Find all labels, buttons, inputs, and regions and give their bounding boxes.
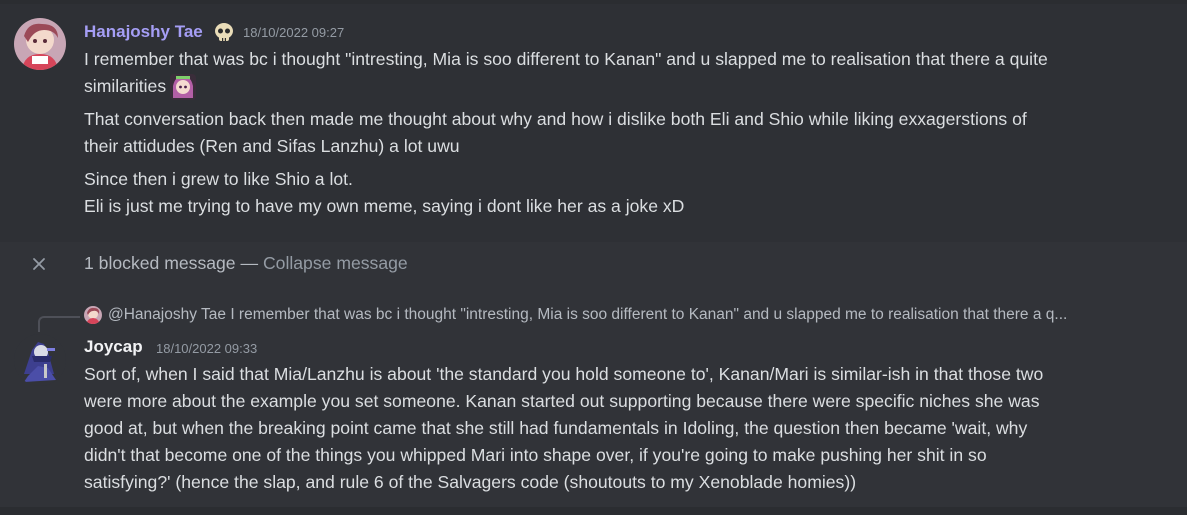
message-line: Sort of, when I said that Mia/Lanzhu is … [84,364,1044,384]
username[interactable]: Joycap [84,337,143,357]
collapse-message-link[interactable]: Collapse message [263,253,408,273]
reply-spine [38,316,80,332]
message-line: Eli is just me trying to have my own mem… [84,196,685,216]
bottom-edge [0,507,1187,515]
reply-preview-text: I remember that was bc i thought "intres… [230,306,1068,324]
message-line: their attidudes (Ren and Sifas Lanzhu) a… [84,136,460,156]
blocked-message-row: 1 blocked message — Collapse message [0,250,1187,280]
message-line: didn't that become one of the things you… [84,445,987,465]
avatar[interactable] [14,334,66,386]
close-icon[interactable] [30,255,48,273]
message-line: satisfying?' (hence the slap, and rule 6… [84,472,857,492]
message-line: good at, but when the breaking point cam… [84,418,1028,438]
reply-preview[interactable]: @Hanajoshy Tae I remember that was bc i … [84,306,1067,328]
avatar[interactable] [14,18,66,70]
blocked-count-text: 1 blocked message — [84,253,263,273]
message-line: Since then i grew to like Shio a lot. [84,169,353,189]
timestamp: 18/10/2022 09:27 [243,25,345,40]
message-line: were more about the example you set some… [84,391,1040,411]
message-line: That conversation back then made me thou… [84,109,1027,129]
blocked-message-label: 1 blocked message — Collapse message [84,253,408,274]
message-line: similarities [84,73,197,101]
reply-mention[interactable]: @Hanajoshy Tae [108,306,226,323]
anime-emoji-icon [170,74,197,101]
timestamp: 18/10/2022 09:33 [156,341,258,356]
username[interactable]: Hanajoshy Tae [84,22,203,42]
reply-avatar [84,306,102,324]
skull-emoji-icon [213,21,235,43]
message-line: I remember that was bc i thought "intres… [84,49,1048,69]
message-line-text: similarities [84,76,167,96]
